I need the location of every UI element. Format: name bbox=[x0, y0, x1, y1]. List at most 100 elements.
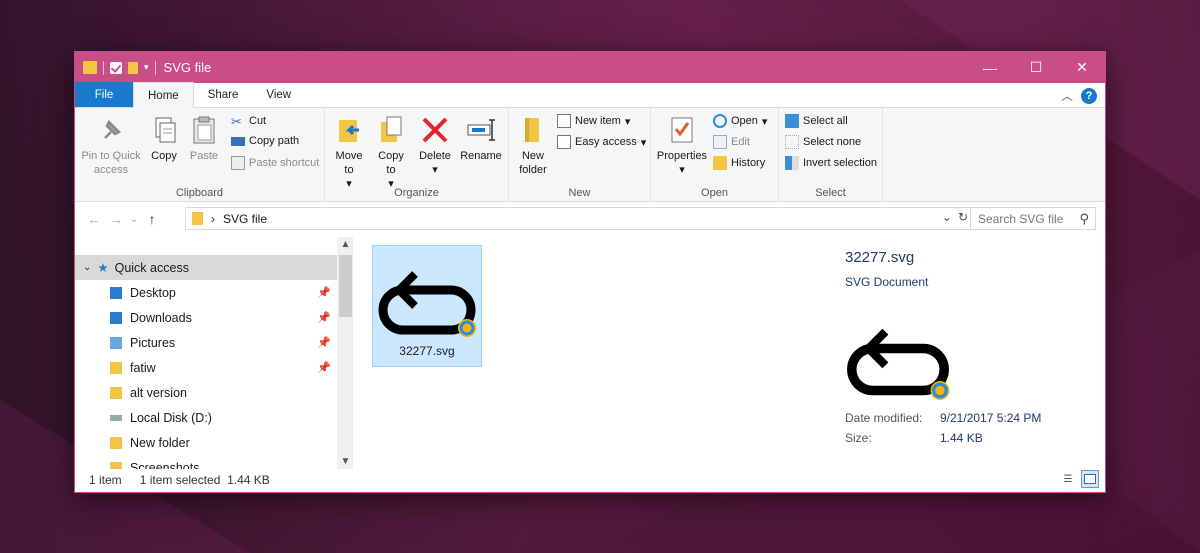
paste-shortcut-button[interactable]: Paste shortcut bbox=[231, 156, 319, 170]
drive-icon bbox=[110, 414, 122, 421]
address-dropdown-icon[interactable]: ⌄ bbox=[942, 210, 952, 224]
search-input[interactable]: Search SVG file ⚲ bbox=[970, 207, 1096, 230]
properties-icon[interactable] bbox=[110, 61, 122, 74]
folder-icon bbox=[83, 61, 97, 74]
file-item[interactable]: 32277.svg bbox=[372, 245, 482, 367]
tab-file[interactable]: File bbox=[75, 82, 133, 107]
preview-thumbnail bbox=[847, 328, 950, 400]
rename-icon bbox=[467, 119, 495, 141]
details-view-icon: ☰ bbox=[1063, 473, 1073, 485]
sidebar-item-local-disk[interactable]: Local Disk (D:) bbox=[75, 405, 337, 430]
delete-button[interactable]: Delete ▾ bbox=[417, 114, 453, 177]
select-group-label: Select bbox=[815, 187, 846, 199]
file-list: 32277.svg bbox=[365, 237, 815, 469]
close-button[interactable]: ✕ bbox=[1059, 52, 1105, 83]
select-none-icon bbox=[785, 135, 799, 149]
new-item-button[interactable]: New item ▾ bbox=[557, 114, 630, 128]
copy-path-icon bbox=[231, 136, 245, 146]
delete-icon bbox=[422, 117, 448, 143]
paste-shortcut-icon bbox=[231, 156, 245, 170]
pin-icon[interactable]: 📌 bbox=[317, 311, 331, 324]
up-arrow-icon[interactable]: ↑ bbox=[141, 211, 163, 227]
maximize-button[interactable]: ☐ bbox=[1013, 52, 1059, 83]
copy-path-button[interactable]: Copy path bbox=[231, 135, 299, 147]
new-folder-icon bbox=[525, 118, 539, 142]
cut-button[interactable]: ✂ Cut bbox=[231, 114, 266, 129]
move-to-button[interactable]: Move to ▾ bbox=[331, 114, 367, 191]
chevron-down-icon: ▾ bbox=[679, 164, 685, 176]
customize-dropdown-icon[interactable]: ▾ bbox=[144, 62, 149, 73]
status-bar: 1 item 1 item selected 1.44 KB ☰ bbox=[75, 467, 1105, 492]
folder-icon bbox=[110, 436, 122, 449]
history-button[interactable]: History bbox=[713, 156, 765, 170]
sidebar-item-pictures[interactable]: Pictures 📌 bbox=[75, 330, 337, 355]
sidebar-item-alt-version[interactable]: alt version bbox=[75, 380, 337, 405]
rename-button[interactable]: Rename bbox=[459, 114, 503, 163]
invert-selection-icon bbox=[785, 156, 799, 170]
scroll-up-icon[interactable]: ▲ bbox=[337, 239, 353, 250]
organize-group-label: Organize bbox=[394, 187, 439, 199]
copy-to-button[interactable]: Copy to ▾ bbox=[373, 114, 409, 191]
pictures-icon bbox=[110, 336, 122, 349]
collapse-ribbon-icon[interactable]: ︿ bbox=[1061, 87, 1073, 104]
navigation-bar: ← → ⌄ ↑ › SVG file ⌄ ↻ Search SVG file ⚲ bbox=[75, 202, 1105, 236]
easy-access-button[interactable]: Easy access ▾ bbox=[557, 135, 646, 149]
scissors-icon: ✂ bbox=[231, 114, 242, 129]
open-button[interactable]: Open ▾ bbox=[713, 114, 767, 128]
navigation-scrollbar[interactable]: ▲ ▼ bbox=[337, 237, 353, 469]
downloads-icon bbox=[110, 311, 122, 324]
scrollbar-thumb[interactable] bbox=[339, 255, 352, 317]
new-folder-icon[interactable] bbox=[128, 61, 138, 74]
date-modified-label: Date modified: bbox=[845, 411, 923, 425]
title-bar[interactable]: ▾ SVG file — ☐ ✕ bbox=[75, 52, 1105, 83]
tab-view[interactable]: View bbox=[252, 82, 305, 107]
recent-locations-chevron-icon[interactable]: ⌄ bbox=[127, 214, 141, 225]
loop-arrow-icon bbox=[378, 271, 476, 337]
main-area: ⌄ ★ Quick access Desktop 📌 Downloads 📌 P… bbox=[75, 237, 1105, 469]
sidebar-item-fatiw[interactable]: fatiw 📌 bbox=[75, 355, 337, 380]
new-item-icon bbox=[557, 114, 571, 128]
sidebar-item-quick-access[interactable]: ⌄ ★ Quick access bbox=[75, 255, 337, 280]
paste-button[interactable]: Paste bbox=[185, 114, 223, 163]
tab-home[interactable]: Home bbox=[133, 82, 194, 108]
details-view-button[interactable]: ☰ bbox=[1059, 470, 1077, 488]
large-icons-view-button[interactable] bbox=[1081, 470, 1099, 488]
help-icon[interactable]: ? bbox=[1081, 87, 1097, 104]
navigation-pane: ⌄ ★ Quick access Desktop 📌 Downloads 📌 P… bbox=[75, 237, 353, 469]
pin-icon[interactable]: 📌 bbox=[317, 336, 331, 349]
pin-to-quick-access-button[interactable]: Pin to Quick access bbox=[79, 114, 143, 177]
tab-share[interactable]: Share bbox=[194, 82, 253, 107]
address-bar[interactable]: › SVG file ⌄ ↻ bbox=[185, 207, 971, 230]
copy-button[interactable]: Copy bbox=[147, 114, 181, 163]
new-folder-button[interactable]: New folder bbox=[515, 114, 551, 177]
scroll-down-icon[interactable]: ▼ bbox=[337, 456, 353, 467]
size-value: 1.44 KB bbox=[940, 431, 983, 445]
chevron-down-icon: ▾ bbox=[432, 164, 438, 176]
file-name: 32277.svg bbox=[399, 344, 455, 358]
ie-icon bbox=[713, 114, 727, 128]
pin-icon[interactable]: 📌 bbox=[317, 286, 331, 299]
sidebar-item-downloads[interactable]: Downloads 📌 bbox=[75, 305, 337, 330]
sidebar-item-new-folder[interactable]: New folder bbox=[75, 430, 337, 455]
select-all-button[interactable]: Select all bbox=[785, 114, 848, 128]
organize-group: Move to ▾ Copy to ▾ Delete ▾ Rename Orga… bbox=[325, 108, 509, 202]
chevron-down-icon: ⌄ bbox=[83, 262, 92, 273]
copy-to-icon bbox=[381, 116, 402, 142]
forward-arrow-icon[interactable]: → bbox=[105, 211, 127, 227]
move-to-icon bbox=[339, 120, 359, 142]
select-none-button[interactable]: Select none bbox=[785, 135, 861, 149]
sidebar-item-desktop[interactable]: Desktop 📌 bbox=[75, 280, 337, 305]
minimize-button[interactable]: — bbox=[967, 52, 1013, 83]
edit-button[interactable]: Edit bbox=[713, 135, 750, 149]
paste-icon bbox=[193, 116, 215, 144]
refresh-icon[interactable]: ↻ bbox=[958, 210, 968, 224]
invert-selection-button[interactable]: Invert selection bbox=[785, 156, 877, 170]
properties-button[interactable]: Properties ▾ bbox=[655, 114, 709, 177]
details-pane: 32277.svg SVG Document Date modified: 9/… bbox=[819, 237, 1107, 469]
folder-icon bbox=[110, 386, 122, 399]
breadcrumb[interactable]: SVG file bbox=[223, 212, 267, 226]
back-arrow-icon[interactable]: ← bbox=[83, 211, 105, 227]
pin-icon[interactable]: 📌 bbox=[317, 361, 331, 374]
file-explorer-window: ▾ SVG file — ☐ ✕ File Home Share View ︿ … bbox=[74, 51, 1106, 493]
ribbon: Pin to Quick access Copy Paste ✂ Cut Cop… bbox=[75, 108, 1105, 202]
